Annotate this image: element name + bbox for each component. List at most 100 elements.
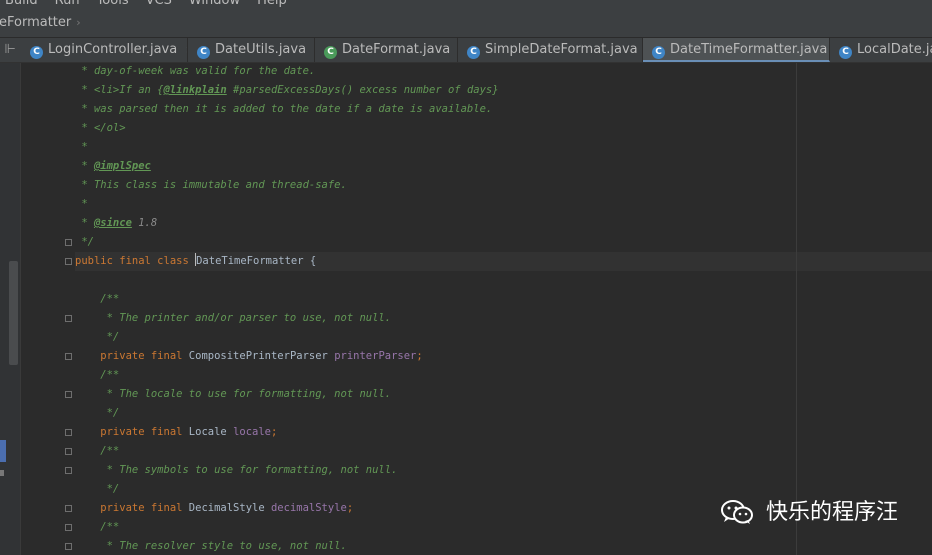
code-token: * day-of-week was valid for the date. xyxy=(75,65,316,77)
code-token: * <li>If an { xyxy=(75,84,164,96)
code-token: */ xyxy=(75,331,120,343)
tool-window-strip xyxy=(0,63,21,555)
menu-item-vcs[interactable]: VCS xyxy=(146,0,172,8)
code-token: * The printer and/or parser to use, not … xyxy=(75,312,392,324)
code-line[interactable]: */ xyxy=(75,404,120,423)
code-token: ; xyxy=(271,426,278,438)
code-line[interactable]: * This class is immutable and thread-saf… xyxy=(75,176,347,195)
code-line[interactable]: /** xyxy=(75,366,119,385)
menu-item-run[interactable]: Run xyxy=(55,0,80,8)
fold-toggle-icon[interactable] xyxy=(65,429,72,436)
code-line[interactable]: * <li>If an {@linkplain #parsedExcessDay… xyxy=(75,81,498,100)
code-editor[interactable]: * day-of-week was valid for the date. * … xyxy=(75,63,932,555)
code-line[interactable]: /** xyxy=(75,442,119,461)
code-line[interactable]: * xyxy=(75,195,87,214)
code-line[interactable]: private final Locale locale; xyxy=(75,423,277,442)
code-token: @since xyxy=(93,217,132,229)
code-line[interactable]: private final CompositePrinterParser pri… xyxy=(75,347,423,366)
code-token: * This class is immutable and thread-saf… xyxy=(75,179,347,191)
code-line[interactable]: * The resolver style to use, not null. xyxy=(75,537,347,555)
tab-label: LocalDate.java xyxy=(857,42,932,57)
code-token: * xyxy=(75,217,94,229)
code-line[interactable]: * </ol> xyxy=(75,119,125,138)
code-token: Locale xyxy=(188,426,234,438)
menu-bar: Build Run Tools VCS Window Help xyxy=(0,0,932,8)
code-token: printerParser xyxy=(334,350,417,362)
code-token: ; xyxy=(416,350,423,362)
fold-toggle-icon[interactable] xyxy=(65,543,72,550)
tab-logincontroller[interactable]: CLoginController.java× xyxy=(21,38,188,62)
code-line[interactable]: /** xyxy=(75,518,119,537)
menu-item-help[interactable]: Help xyxy=(257,0,287,8)
code-line[interactable]: * The symbols to use for formatting, not… xyxy=(75,461,398,480)
menu-item-window[interactable]: Window xyxy=(189,0,240,8)
gutter-tick xyxy=(0,470,4,476)
class-icon: C xyxy=(197,46,210,59)
breadcrumb-label[interactable]: eFormatter xyxy=(0,15,71,30)
chevron-right-icon: › xyxy=(76,16,81,29)
code-line[interactable]: */ xyxy=(75,328,120,347)
final-class-icon: C xyxy=(652,46,665,59)
menu-item-tools[interactable]: Tools xyxy=(97,0,129,8)
code-line[interactable]: */ xyxy=(75,480,120,499)
code-token: DecimalStyle xyxy=(188,502,271,514)
tool-window-marker[interactable] xyxy=(0,440,6,462)
code-token: /** xyxy=(75,521,120,533)
tab-localdate[interactable]: C LocalDate.java xyxy=(830,38,932,62)
code-token: */ xyxy=(75,483,120,495)
code-token: */ xyxy=(75,407,120,419)
fold-end-icon[interactable] xyxy=(65,239,72,246)
menu-item-build[interactable]: Build xyxy=(5,0,38,8)
tab-dateutils[interactable]: CDateUtils.java× xyxy=(188,38,315,62)
code-token: * xyxy=(75,141,88,153)
right-margin-guide xyxy=(796,63,797,555)
code-line[interactable]: * @implSpec xyxy=(75,157,151,176)
code-line[interactable]: * The printer and/or parser to use, not … xyxy=(75,309,391,328)
code-token: locale xyxy=(233,426,271,438)
code-line[interactable]: * The locale to use for formatting, not … xyxy=(75,385,391,404)
code-line[interactable]: private final DecimalStyle decimalStyle; xyxy=(75,499,353,518)
code-token: * The resolver style to use, not null. xyxy=(75,540,347,552)
breadcrumb[interactable]: eFormatter › xyxy=(0,15,81,30)
fold-toggle-icon[interactable] xyxy=(65,467,72,474)
class-icon: C xyxy=(30,46,43,59)
tab-label: SimpleDateFormat.java xyxy=(485,42,638,57)
code-line[interactable]: * day-of-week was valid for the date. xyxy=(75,63,315,81)
wechat-icon xyxy=(721,500,753,524)
code-token: private final xyxy=(75,426,189,438)
tab-label: LoginController.java xyxy=(48,42,178,57)
scrollbar-thumb[interactable] xyxy=(9,261,18,365)
code-line[interactable]: * xyxy=(75,138,88,157)
code-token: /** xyxy=(75,293,120,305)
code-token: @linkplain xyxy=(163,84,227,96)
tab-datetimeformatter[interactable]: CDateTimeFormatter.java× xyxy=(643,38,830,62)
fold-toggle-icon[interactable] xyxy=(65,315,72,322)
fold-toggle-icon[interactable] xyxy=(65,505,72,512)
code-token: CompositePrinterParser xyxy=(188,350,335,362)
code-token: private final xyxy=(75,350,189,362)
code-line[interactable]: * @since 1.8 xyxy=(75,214,157,233)
fold-toggle-icon[interactable] xyxy=(65,391,72,398)
navigation-bar: eFormatter › xyxy=(0,8,932,38)
code-token: * xyxy=(75,160,94,172)
tab-label: DateFormat.java xyxy=(342,42,451,57)
code-token: public final class xyxy=(75,255,196,267)
code-line[interactable]: /** xyxy=(75,290,119,309)
fold-toggle-icon[interactable] xyxy=(65,258,72,265)
tab-dateformat[interactable]: CDateFormat.java× xyxy=(315,38,458,62)
code-token: * was parsed then it is added to the dat… xyxy=(75,103,493,115)
editor-tab-bar: ⊩ CLoginController.java×CDateUtils.java×… xyxy=(0,38,932,63)
split-tabs-icon[interactable]: ⊩ xyxy=(0,38,20,62)
fold-toggle-icon[interactable] xyxy=(65,524,72,531)
code-line[interactable]: * was parsed then it is added to the dat… xyxy=(75,100,492,119)
menu-items: Build Run Tools VCS Window Help xyxy=(5,0,304,7)
tab-simpledateformat[interactable]: CSimpleDateFormat.java× xyxy=(458,38,643,62)
fold-toggle-icon[interactable] xyxy=(65,448,72,455)
abstract-class-icon: C xyxy=(324,46,337,59)
code-token: * The symbols to use for formatting, not… xyxy=(75,464,398,476)
fold-toggle-icon[interactable] xyxy=(65,353,72,360)
watermark-text: 快乐的程序汪 xyxy=(766,500,899,525)
final-class-icon: C xyxy=(839,46,852,59)
code-line-current[interactable]: public final class DateTimeFormatter { xyxy=(75,252,932,271)
code-line[interactable]: */ xyxy=(75,233,94,252)
